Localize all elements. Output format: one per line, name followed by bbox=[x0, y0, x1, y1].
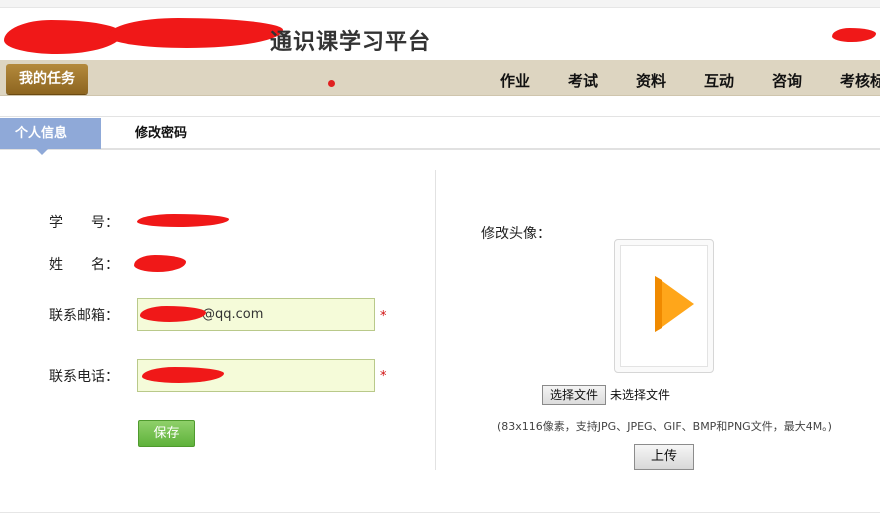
redacted-student-id bbox=[137, 214, 229, 227]
tab-personal-info[interactable]: 个人信息 bbox=[0, 118, 101, 155]
phone-required-mark: * bbox=[380, 369, 387, 384]
top-strip bbox=[0, 0, 880, 8]
student-id-label: 学 号： bbox=[49, 215, 119, 231]
nav-item-exam[interactable]: 考试 bbox=[568, 70, 598, 91]
nav-item-interaction[interactable]: 互动 bbox=[704, 70, 734, 91]
vertical-divider bbox=[435, 170, 436, 470]
avatar-preview bbox=[614, 239, 714, 373]
redacted-user[interactable] bbox=[832, 28, 876, 42]
header: 通识课学习平台 bbox=[0, 8, 880, 60]
nav-item-assessment[interactable]: 考核标 bbox=[840, 70, 880, 91]
phone-label: 联系电话： bbox=[49, 369, 119, 385]
my-tasks-button[interactable]: 我的任务 bbox=[6, 64, 88, 94]
redacted-logo-text bbox=[108, 18, 283, 48]
name-label: 姓 名： bbox=[49, 257, 119, 273]
redacted-name bbox=[134, 255, 186, 272]
nav-item-consult[interactable]: 咨询 bbox=[772, 70, 802, 91]
play-icon bbox=[655, 276, 694, 332]
no-file-selected-text: 未选择文件 bbox=[610, 388, 671, 402]
bottom-divider bbox=[0, 512, 880, 513]
upload-button[interactable]: 上传 bbox=[634, 444, 694, 470]
tab-bar: 个人信息 修改密码 bbox=[0, 116, 880, 155]
site-title: 通识课学习平台 bbox=[270, 30, 432, 55]
nav-item-homework[interactable]: 作业 bbox=[500, 70, 530, 91]
save-button[interactable]: 保存 bbox=[138, 420, 195, 447]
upload-hint: (83x116像素，支持JPG、JPEG、GIF、BMP和PNG文件，最大4M。… bbox=[497, 420, 832, 433]
choose-file-button[interactable]: 选择文件 bbox=[542, 385, 606, 405]
redacted-logo bbox=[4, 20, 122, 54]
email-label: 联系邮箱： bbox=[49, 308, 119, 324]
avatar-inner-frame bbox=[620, 245, 708, 367]
tab-change-password[interactable]: 修改密码 bbox=[135, 118, 187, 149]
notification-dot bbox=[328, 80, 335, 87]
avatar-label: 修改头像： bbox=[481, 226, 551, 242]
email-required-mark: * bbox=[380, 309, 387, 324]
main-nav: 我的任务 作业 考试 资料 互动 咨询 考核标 bbox=[0, 60, 880, 96]
nav-item-materials[interactable]: 资料 bbox=[636, 70, 666, 91]
